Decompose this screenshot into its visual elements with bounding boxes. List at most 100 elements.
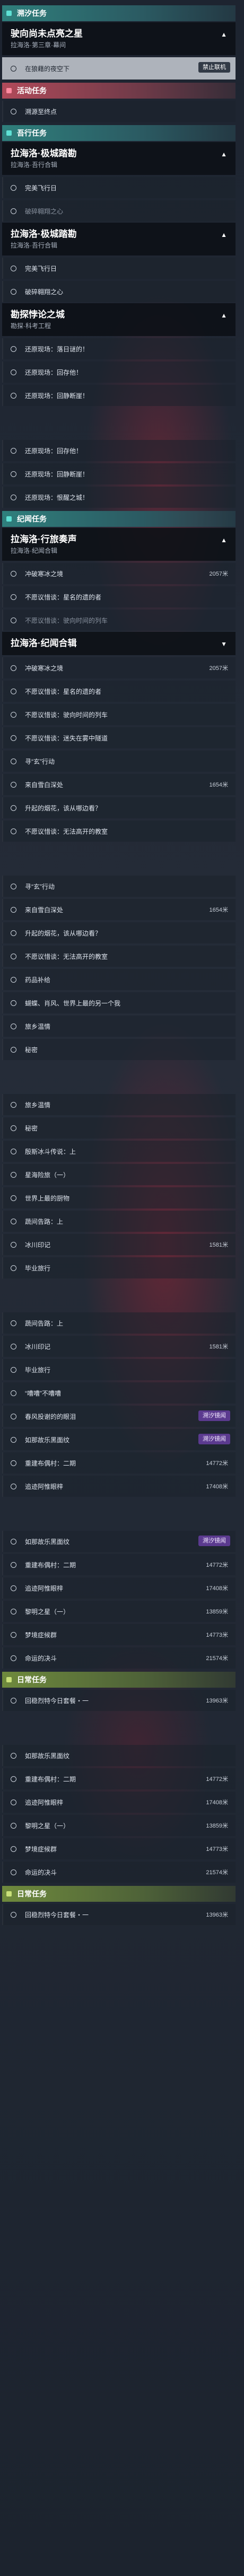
collapse-caret-icon[interactable]: ▲ <box>221 312 227 319</box>
quest-label: 完美飞行日 <box>25 264 57 272</box>
chapter-header[interactable]: 勘探悖论之城 勘探·科考工程 ▲ <box>2 303 236 336</box>
quest-distance: 14773米 <box>206 1846 228 1852</box>
quest-row[interactable]: 不愿议惜谈：无法高开的教室 <box>2 946 236 967</box>
quest-row[interactable]: 寻“玄”行动 <box>2 751 236 772</box>
quest-row[interactable]: 秘密 <box>2 1117 236 1139</box>
quest-distance: 13963米 <box>206 1698 228 1704</box>
quest-status-icon <box>11 953 16 959</box>
quest-row[interactable]: 不愿议惜谈：驶向时间的列车 <box>2 704 236 725</box>
quest-row[interactable]: 不愿议惜谈：星名的遗的者 <box>2 586 236 607</box>
quest-row[interactable]: 破碎翱翔之心 <box>2 281 236 302</box>
quest-row[interactable]: 寻“玄”行动 <box>2 876 236 897</box>
quest-badge: 溯汐镜闻 <box>198 1434 230 1444</box>
chapter-title: 拉海洛·极城踏勘 <box>11 229 77 239</box>
quest-row[interactable]: “嘈嘈”不嘈嘈 <box>2 1382 236 1404</box>
collapse-caret-icon[interactable]: ▲ <box>221 536 227 544</box>
chapter-header[interactable]: 驶向尚未点亮之星 拉海洛·第三章·幕间 ▲ <box>2 22 236 55</box>
quest-row[interactable]: 完美飞行日 <box>2 258 236 279</box>
quest-row[interactable]: 梦境症候群 14773米 <box>2 1624 236 1645</box>
quest-label: 毕业旅行 <box>25 1264 51 1272</box>
quest-row[interactable]: 黎明之星（一） 13859米 <box>2 1601 236 1622</box>
quest-row[interactable]: 来自雪白深处 1654米 <box>2 774 236 795</box>
quest-row[interactable]: 殷斯冰斗传说：上 <box>2 1141 236 1162</box>
chapter-subtitle: 拉海洛·第三章·幕间 <box>11 41 66 49</box>
quest-row[interactable]: 冲破寒冰之境 2057米 <box>2 657 236 678</box>
expand-caret-icon[interactable]: ▼ <box>221 640 227 648</box>
quest-row[interactable]: 如那故乐黑面纹 溯汐镜闻 <box>2 1429 236 1450</box>
quest-row[interactable]: 回稳烈特今日套餐・一 13963米 <box>2 1904 236 1925</box>
quest-label: 破碎翱翔之心 <box>25 288 64 296</box>
quest-row[interactable]: 旅乡温情 <box>2 1094 236 1115</box>
quest-label: 旅乡温情 <box>25 1101 51 1109</box>
quest-label: 毕业旅行 <box>25 1366 51 1374</box>
chapter-header[interactable]: 拉海洛·纪闻合辑 ▼ <box>2 632 236 655</box>
quest-label: 黎明之星（一） <box>25 1608 70 1616</box>
quest-status-icon <box>11 906 16 913</box>
chapter-header[interactable]: 拉海洛·行旅奏声 拉海洛·纪闻合辑 ▲ <box>2 528 236 561</box>
quest-row[interactable]: 不愿议惜谈：驶向时间的列车 <box>2 610 236 631</box>
quest-row[interactable]: 不愿议惜谈：无法高开的教室 <box>2 821 236 842</box>
quest-row[interactable]: 破碎翱翔之心 <box>2 200 236 222</box>
quest-label: 不愿议惜谈：无法高开的教室 <box>25 827 108 835</box>
quest-row[interactable]: 溯源至终点 <box>2 101 236 122</box>
quest-row[interactable]: 黎明之星（一） 13859米 <box>2 1815 236 1836</box>
quest-status-icon <box>11 1822 16 1829</box>
quest-row[interactable]: 还原现场：回静断崖！ <box>2 385 236 406</box>
collapse-caret-icon[interactable]: ▲ <box>221 151 227 158</box>
quest-row[interactable]: 蔬间告路：上 <box>2 1211 236 1232</box>
quest-row[interactable]: 蝴蝶、肖风、世界上最的另一个我 <box>2 992 236 1013</box>
quest-row[interactable]: 梦境症候群 14773米 <box>2 1838 236 1859</box>
quest-row[interactable]: 还原现场：回存他！ <box>2 440 236 461</box>
quest-row[interactable]: 来自雪白深处 1654米 <box>2 899 236 920</box>
quest-status-icon <box>11 617 16 623</box>
quest-row[interactable]: 药品补给 <box>2 969 236 990</box>
quest-status-icon <box>11 883 16 889</box>
quest-row[interactable]: 升起的烟花，该从哪边看？ <box>2 797 236 818</box>
quest-row[interactable]: 秘密 <box>2 1039 236 1060</box>
quest-row[interactable]: 如那故乐黑面纹 溯汐镜闻 <box>2 1531 236 1552</box>
quest-row[interactable]: 还原现场：回存他！ <box>2 361 236 383</box>
quest-row[interactable]: 重建布偶村：二期 14772米 <box>2 1554 236 1575</box>
quest-row[interactable]: 还原现场：回静断崖！ <box>2 463 236 484</box>
quest-row[interactable]: 命运的决斗 21574米 <box>2 1647 236 1669</box>
quest-row[interactable]: 不愿议惜谈：星名的遗的者 <box>2 681 236 702</box>
quest-row[interactable]: 追迹阿惟眼梓 17408米 <box>2 1476 236 1497</box>
quest-row[interactable]: 春风投谢的的眼泪 溯汐镜闻 <box>2 1406 236 1427</box>
quest-row[interactable]: 还原现场：恨醒之城！ <box>2 487 236 508</box>
chapter-header[interactable]: 拉海洛·极城踏勘 拉海洛·吾行合辑 ▲ <box>2 223 236 255</box>
quest-distance: 1654米 <box>209 907 228 913</box>
quest-row[interactable]: 旅乡温情 <box>2 1016 236 1037</box>
quest-row[interactable]: 升起的烟花，该从哪边看？ <box>2 922 236 943</box>
quest-row[interactable]: 毕业旅行 <box>2 1257 236 1278</box>
quest-row[interactable]: 如那故乐黑面纹 <box>2 1745 236 1766</box>
quest-row[interactable]: 冰川印记 1581米 <box>2 1336 236 1357</box>
quest-row[interactable]: 毕业旅行 <box>2 1359 236 1380</box>
quest-row[interactable]: 追迹阿惟眼梓 17408米 <box>2 1577 236 1599</box>
quest-label: 不愿议惜谈：驶向时间的列车 <box>25 711 108 719</box>
quest-row[interactable]: 世界上最的厨物 <box>2 1187 236 1208</box>
quest-label: 蔬间告路：上 <box>25 1319 64 1327</box>
quest-row[interactable]: 重建布偶村：二期 14772米 <box>2 1768 236 1789</box>
quest-label: 追迹阿惟眼梓 <box>25 1584 64 1592</box>
quest-row[interactable]: 星海险旅（一） <box>2 1164 236 1185</box>
quest-row[interactable]: 完美飞行日 <box>2 177 236 198</box>
chapter-header[interactable]: 拉海洛·极城踏勘 拉海洛·吾行合辑 ▲ <box>2 142 236 175</box>
quest-row[interactable]: 不愿议惜谈：迷失在雾中隧道 <box>2 727 236 748</box>
quest-row[interactable]: 追迹阿惟眼梓 17408米 <box>2 1792 236 1813</box>
collapse-caret-icon[interactable]: ▲ <box>221 231 227 239</box>
quest-row[interactable]: 在狼藉的夜空下 禁止联机 <box>2 57 236 80</box>
chapter-title: 拉海洛·纪闻合辑 <box>11 638 77 648</box>
quest-row[interactable]: 蔬间告路：上 <box>2 1312 236 1334</box>
quest-row[interactable]: 冲破寒冰之境 2057米 <box>2 563 236 584</box>
quest-status-icon <box>11 1265 16 1271</box>
quest-row[interactable]: 重建布偶村：二期 14772米 <box>2 1452 236 1474</box>
quest-label: 还原现场：回静断崖！ <box>25 392 89 400</box>
quest-row[interactable]: 命运的决斗 21574米 <box>2 1862 236 1883</box>
quest-row[interactable]: 还原现场：落日谜的！ <box>2 338 236 359</box>
quest-row[interactable]: 冰川印记 1581米 <box>2 1234 236 1255</box>
quest-row[interactable]: 回稳烈特今日套餐・一 13963米 <box>2 1690 236 1711</box>
collapse-caret-icon[interactable]: ▲ <box>221 31 227 38</box>
